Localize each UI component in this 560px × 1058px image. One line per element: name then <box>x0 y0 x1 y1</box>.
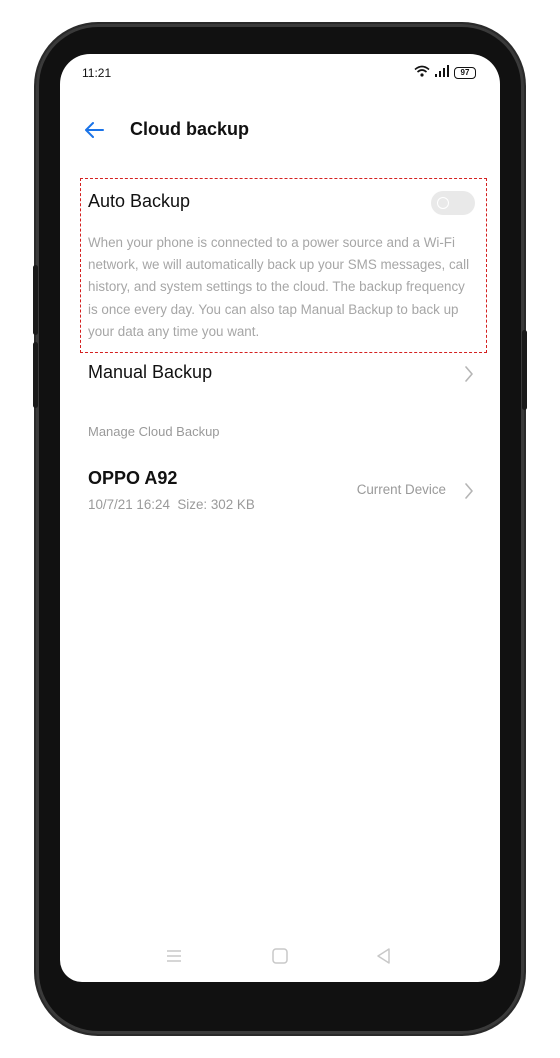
auto-backup-toggle[interactable] <box>431 191 475 215</box>
page-title: Cloud backup <box>130 119 250 139</box>
device-backup-row[interactable]: OPPO A92 10/7/21 16:24 Size: 302 KB Curr… <box>88 464 474 518</box>
app-header: Cloud backup <box>60 110 500 150</box>
auto-backup-row: Auto Backup <box>88 188 475 218</box>
power-button <box>522 330 527 410</box>
phone-screen: 11:21 97 Cloud backup Auto Backup When y… <box>60 54 500 982</box>
device-backup-meta: 10/7/21 16:24 Size: 302 KB <box>88 497 255 512</box>
menu-button[interactable] <box>162 944 186 968</box>
home-button[interactable] <box>268 944 292 968</box>
volume-button <box>33 265 38 335</box>
manual-backup-label: Manual Backup <box>88 362 213 382</box>
menu-icon <box>162 950 186 972</box>
battery-icon: 97 <box>454 67 476 79</box>
device-name: OPPO A92 <box>88 468 178 488</box>
navigation-bar <box>60 944 500 974</box>
wifi-icon <box>414 64 430 82</box>
arrow-left-icon <box>82 122 106 146</box>
volume-button-lower <box>33 342 38 408</box>
auto-backup-description: When your phone is connected to a power … <box>88 235 470 339</box>
back-button[interactable] <box>82 118 110 142</box>
back-triangle-icon <box>372 948 396 972</box>
signal-icon <box>434 64 450 82</box>
current-device-label: Current Device <box>356 482 446 497</box>
chevron-right-icon <box>464 483 474 499</box>
auto-backup-label: Auto Backup <box>88 191 191 211</box>
manage-cloud-backup-header: Manage Cloud Backup <box>88 424 220 439</box>
status-icons: 97 <box>414 64 476 82</box>
status-bar: 11:21 97 <box>60 54 500 94</box>
toggle-knob <box>437 197 449 209</box>
status-time: 11:21 <box>82 66 112 80</box>
chevron-right-icon <box>464 366 474 382</box>
home-icon <box>268 948 292 972</box>
back-nav-button[interactable] <box>372 944 396 968</box>
manual-backup-row[interactable]: Manual Backup <box>88 358 474 388</box>
